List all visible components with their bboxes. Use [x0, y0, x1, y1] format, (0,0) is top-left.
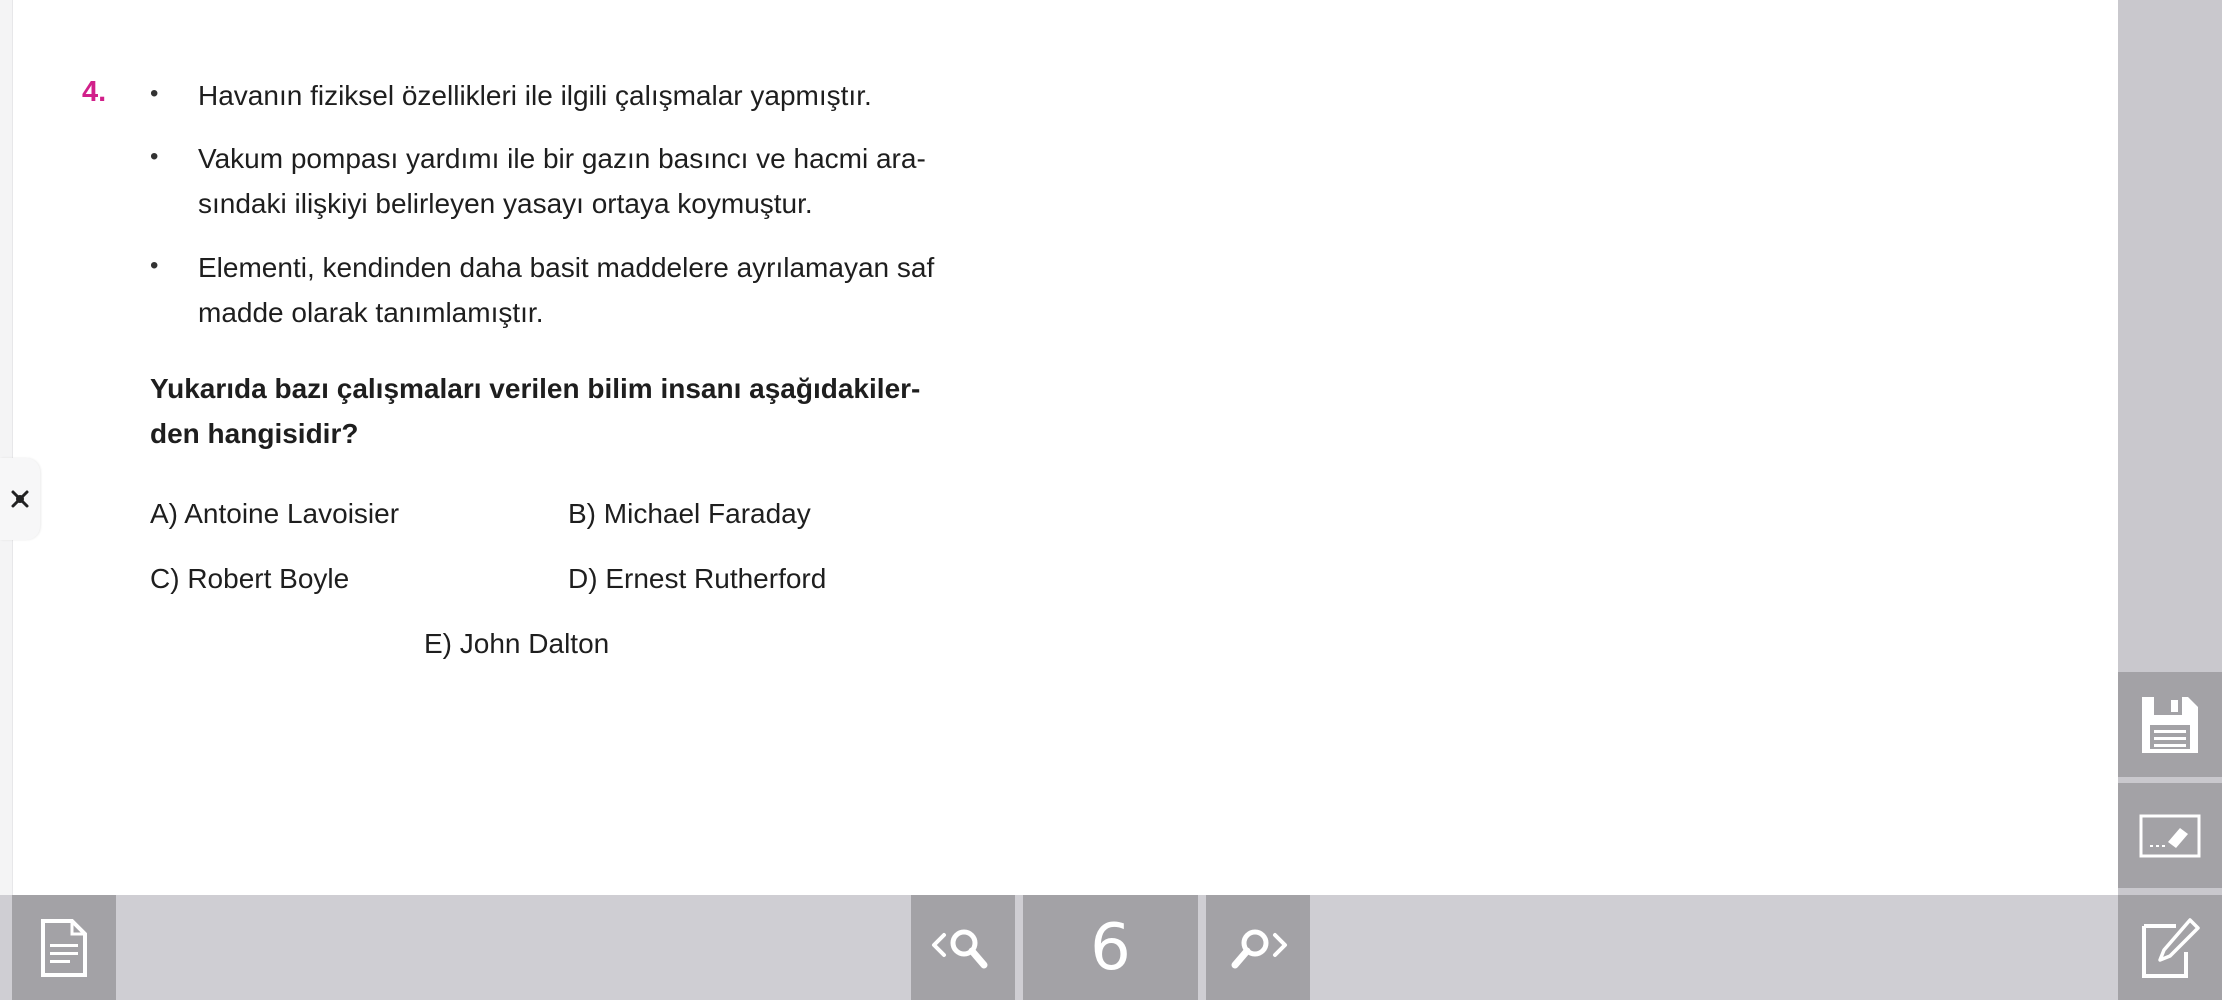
bullet-marker: • [150, 143, 159, 170]
bullet-3-line-1: Elementi, kendinden daha basit maddelere… [198, 252, 935, 283]
option-a[interactable]: A) Antoine Lavoisier [150, 498, 399, 530]
bullet-2-line-2: sındaki ilişkiyi belirleyen yasayı ortay… [198, 188, 813, 219]
bullet-text-1: Havanın fiziksel özellikleri ile ilgili … [198, 73, 978, 118]
notes-button[interactable] [2118, 895, 2222, 1000]
question-prompt: Yukarıda bazı çalışmaları verilen bilim … [150, 366, 990, 456]
option-b[interactable]: B) Michael Faraday [568, 498, 811, 530]
option-c[interactable]: C) Robert Boyle [150, 563, 349, 595]
bullet-marker: • [150, 252, 159, 279]
page-number: 6 [1090, 910, 1131, 985]
floppy-disk-icon [2142, 696, 2198, 753]
bullet-text-3: Elementi, kendinden daha basit maddelere… [198, 245, 978, 335]
search-previous-button[interactable] [911, 895, 1015, 1000]
page-number-display[interactable]: 6 [1023, 895, 1198, 1000]
eraser-board-icon [2139, 814, 2201, 857]
search-previous-icon [932, 929, 988, 968]
left-edge-strip [0, 0, 13, 895]
option-e[interactable]: E) John Dalton [424, 628, 609, 660]
side-tool-handle[interactable] [0, 458, 40, 540]
eraser-button[interactable] [2118, 783, 2222, 888]
search-next-button[interactable] [1206, 895, 1310, 1000]
question-prompt-line-1: Yukarıda bazı çalışmaları verilen bilim … [150, 373, 921, 404]
bullet-1-line: Havanın fiziksel özellikleri ile ilgili … [198, 80, 872, 111]
search-next-icon [1231, 929, 1287, 968]
question-prompt-line-2: den hangisidir? [150, 418, 359, 449]
document-icon [41, 918, 87, 977]
question-number: 4. [82, 76, 107, 108]
edit-note-icon [2142, 917, 2200, 978]
pin-tool-icon [11, 490, 29, 508]
bullet-2-line-1: Vakum pompası yardımı ile bir gazın bası… [198, 143, 926, 174]
document-button[interactable] [12, 895, 116, 1000]
bullet-marker: • [150, 80, 159, 107]
bullet-3-line-2: madde olarak tanımlamıştır. [198, 297, 544, 328]
bullet-text-2: Vakum pompası yardımı ile bir gazın bası… [198, 136, 978, 226]
option-d[interactable]: D) Ernest Rutherford [568, 563, 826, 595]
save-button[interactable] [2118, 672, 2222, 777]
